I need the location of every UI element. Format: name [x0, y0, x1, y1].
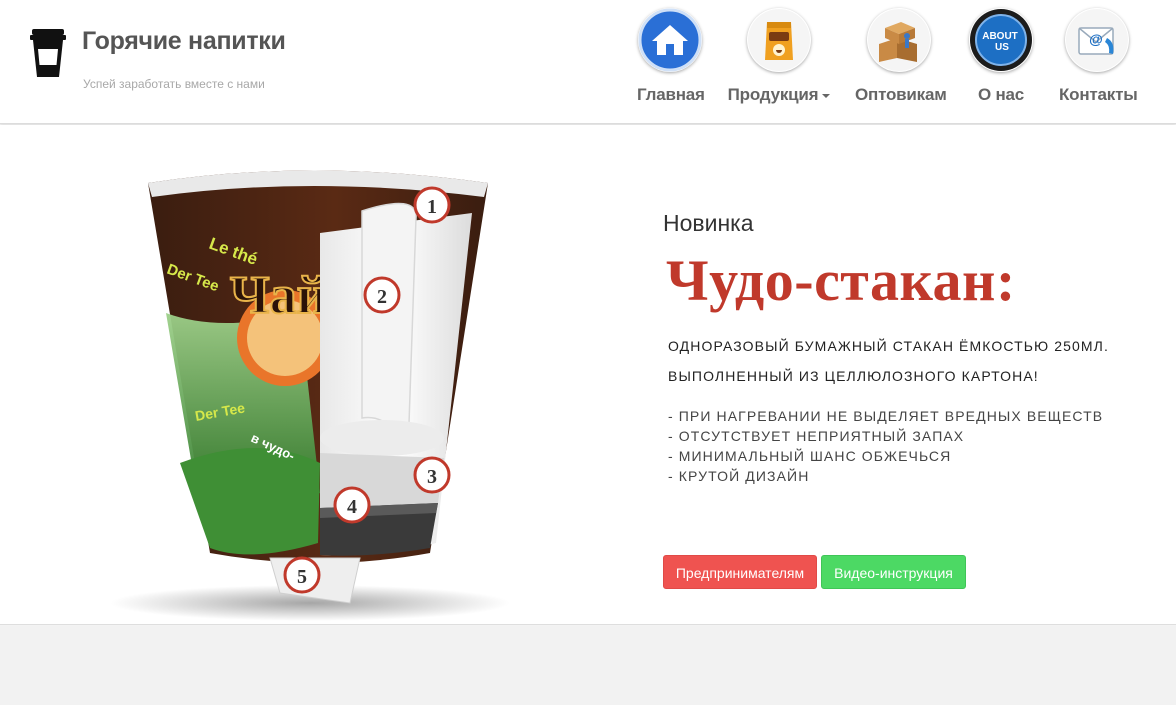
hero-description-line: ВЫПОЛНЕННЫЙ ИЗ ЦЕЛЛЮЛОЗНОГО КАРТОНА! — [668, 368, 1039, 384]
cup-marker-2: 2 — [363, 276, 401, 314]
svg-text:2: 2 — [377, 286, 387, 308]
cup-marker-3: 3 — [413, 456, 451, 494]
home-icon — [638, 8, 702, 72]
cup-illustration: Чай Le thé Der Tee Der Tee в чудо- 1 2 3… — [110, 170, 510, 621]
nav-label: Контакты — [1059, 85, 1138, 104]
nav-item-wholesale[interactable]: Оптовикам — [855, 8, 947, 105]
envelope-phone-icon: @ — [1065, 8, 1129, 72]
video-instruction-button[interactable]: Видео-инструкция — [821, 555, 966, 589]
site-tagline: Успей заработать вместе с нами — [83, 77, 265, 91]
hero-kicker: Новинка — [663, 210, 754, 236]
feature-item: - МИНИМАЛЬНЫЙ ШАНС ОБЖЕЧЬСЯ — [668, 448, 952, 464]
feature-item: - ПРИ НАГРЕВАНИИ НЕ ВЫДЕЛЯЕТ ВРЕДНЫХ ВЕЩ… — [668, 408, 1104, 424]
nav-label: О нас — [977, 85, 1025, 104]
svg-text:ABOUT: ABOUT — [982, 31, 1018, 42]
site-title[interactable]: Горячие напитки — [82, 27, 286, 56]
feature-item: - КРУТОЙ ДИЗАЙН — [668, 468, 810, 484]
feature-item: - ОТСУТСТВУЕТ НЕПРИЯТНЫЙ ЗАПАХ — [668, 428, 965, 444]
about-us-icon: ABOUT US — [969, 8, 1033, 72]
entrepreneurs-button[interactable]: Предпринимателям — [663, 555, 817, 589]
hero-headline: Чудо-стакан: — [666, 248, 1016, 313]
svg-text:@: @ — [1089, 31, 1103, 47]
nav-label: Продукция — [727, 85, 831, 105]
nav-item-products[interactable]: Продукция — [727, 8, 831, 105]
coffee-cup-icon[interactable] — [28, 27, 68, 79]
nav-item-home[interactable]: Главная — [637, 8, 705, 105]
svg-text:5: 5 — [297, 566, 307, 588]
nav-item-about[interactable]: ABOUT US О нас — [968, 8, 1034, 105]
nav-label: Оптовикам — [855, 85, 947, 104]
cup-marker-4: 4 — [333, 486, 371, 524]
hero-description-line: ОДНОРАЗОВЫЙ БУМАЖНЫЙ СТАКАН ЁМКОСТЬЮ 250… — [668, 338, 1109, 354]
nav-item-contacts[interactable]: @ Контакты — [1059, 8, 1138, 105]
site-header: Горячие напитки Успей заработать вместе … — [0, 0, 1176, 124]
nav-label: Главная — [637, 85, 705, 104]
svg-text:4: 4 — [347, 496, 357, 518]
caret-down-icon — [822, 93, 831, 98]
svg-text:US: US — [995, 42, 1009, 53]
cup-marker-5: 5 — [283, 556, 321, 594]
svg-text:3: 3 — [427, 466, 437, 488]
svg-text:1: 1 — [427, 196, 437, 218]
footer-band — [0, 626, 1176, 705]
cup-print-main: Чай — [230, 265, 328, 325]
boxes-icon — [867, 8, 931, 72]
cup-marker-1: 1 — [413, 186, 451, 224]
coffee-pack-icon — [747, 8, 811, 72]
